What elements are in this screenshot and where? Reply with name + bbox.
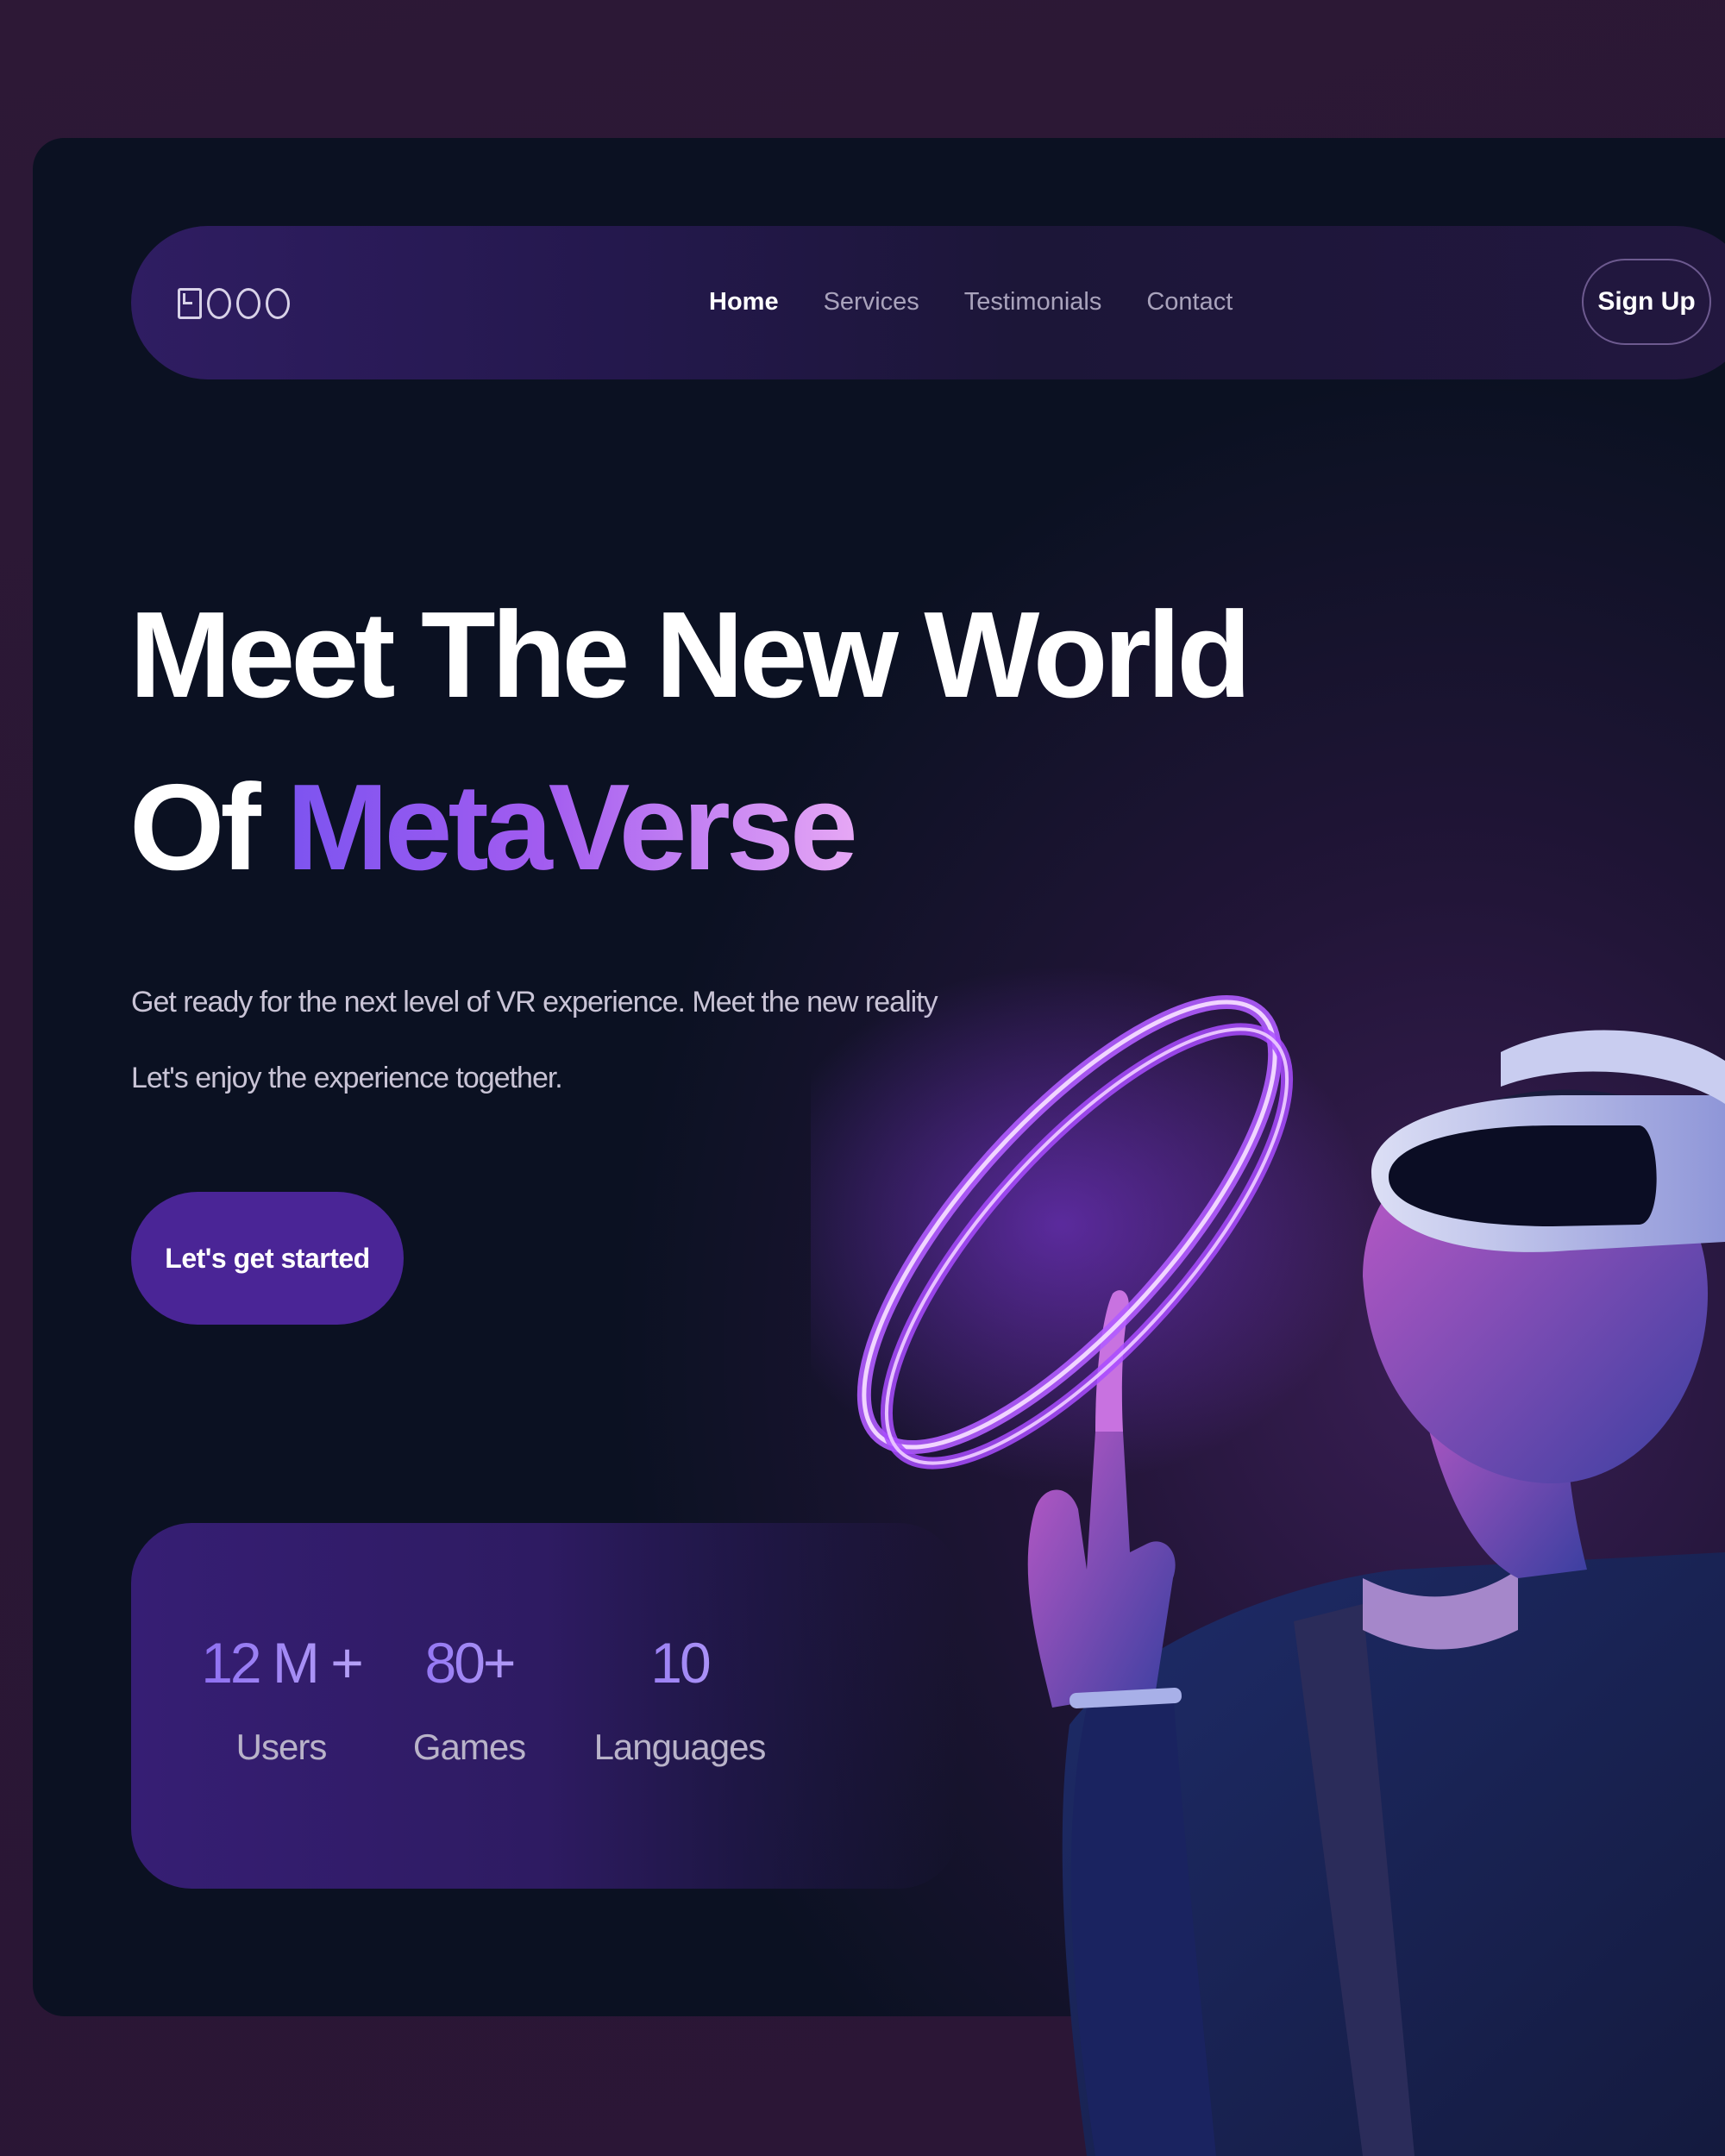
page: Home Services Testimonials Contact Sign … <box>0 0 1725 2156</box>
vr-person-illustration <box>811 966 1725 2156</box>
logo-mark-icon <box>178 288 202 319</box>
headline-line-2-plain: Of <box>129 759 287 896</box>
nav-link-home[interactable]: Home <box>709 285 779 319</box>
hero-headline: Meet The New World Of MetaVerse <box>129 569 1251 914</box>
stat-languages: 10 Languages <box>583 1628 776 1773</box>
nav-link-testimonials[interactable]: Testimonials <box>964 285 1102 319</box>
stat-users: 12 M + Users <box>191 1628 371 1773</box>
stat-label: Games <box>412 1727 526 1767</box>
headline-line-1: Meet The New World <box>129 586 1251 724</box>
logo-letter-icon <box>207 288 231 319</box>
logo[interactable] <box>178 285 290 323</box>
nav-link-contact[interactable]: Contact <box>1146 285 1233 319</box>
logo-letter-icon <box>266 288 290 319</box>
get-started-button[interactable]: Let's get started <box>131 1192 404 1325</box>
stat-label: Languages <box>593 1727 767 1767</box>
stat-value: 12 M + <box>191 1628 371 1697</box>
sign-up-button[interactable]: Sign Up <box>1582 259 1711 345</box>
logo-letter-icon <box>236 288 260 319</box>
stat-games: 80+ Games <box>398 1628 540 1773</box>
nav-links: Home Services Testimonials Contact <box>709 285 1233 319</box>
headline-accent: MetaVerse <box>286 759 858 896</box>
stat-value: 80+ <box>398 1628 540 1697</box>
stat-label: Users <box>235 1727 328 1767</box>
stat-value: 10 <box>583 1628 776 1697</box>
nav-link-services[interactable]: Services <box>824 285 919 319</box>
